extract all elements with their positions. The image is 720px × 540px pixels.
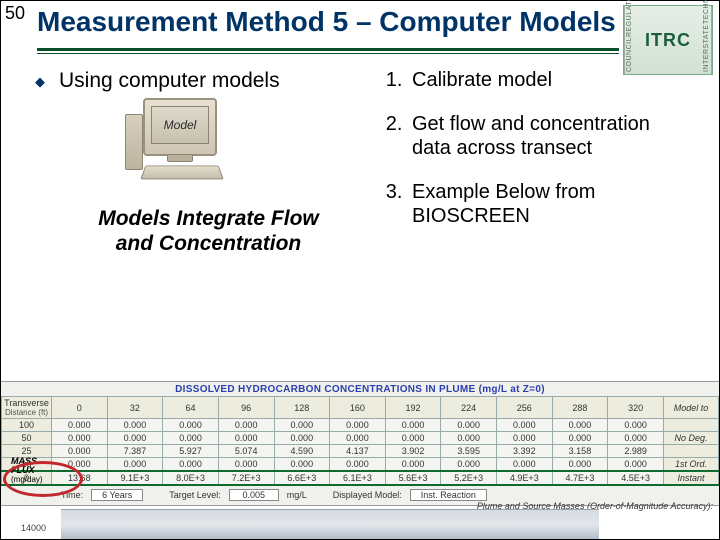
slide: 50 COUNCILREGULATORY ITRC INTERSTATETECH…: [0, 0, 720, 540]
row-header-label: Transverse Distance (ft): [2, 397, 52, 419]
computer-monitor-icon: Model: [143, 98, 217, 156]
target-label: Target Level:: [169, 490, 221, 500]
time-value: 6 Years: [91, 489, 143, 501]
concentration-table: Transverse Distance (ft) 032649612816019…: [1, 396, 719, 486]
chart-y-tick: 14000: [21, 523, 46, 533]
table-row: 50 0.0000.0000.0000.0000.0000.0000.0000.…: [2, 432, 719, 445]
bioscreen-table-area: DISSOLVED HYDROCARBON CONCENTRATIONS IN …: [1, 381, 719, 506]
table-row: 10 0.0000.0000.0000.0000.0000.0000.0000.…: [2, 458, 719, 472]
right-header-label: Model to: [664, 397, 719, 419]
left-subheading: Models Integrate Flowand Concentration: [55, 206, 362, 256]
logo-right-text: INTERSTATETECHNOLOGY: [702, 6, 712, 74]
header: Measurement Method 5 – Computer Models: [1, 1, 719, 54]
step-2: Get flow and concentration data across t…: [408, 112, 689, 160]
target-unit: mg/L: [287, 490, 307, 500]
displayed-model-label: Displayed Model:: [333, 490, 402, 500]
table-header-row: Transverse Distance (ft) 032649612816019…: [2, 397, 719, 419]
body-columns: Using computer models Model Models Integ…: [1, 54, 719, 257]
logo-acronym: ITRC: [634, 6, 702, 74]
computer-icon: Model: [125, 98, 235, 188]
table-title: DISSOLVED HYDROCARBON CONCENTRATIONS IN …: [1, 384, 719, 396]
displayed-model-value: Inst. Reaction: [410, 489, 487, 501]
itrc-logo: COUNCILREGULATORY ITRC INTERSTATETECHNOL…: [623, 5, 713, 75]
step-3: Example Below from BIOSCREEN: [408, 180, 689, 228]
slide-title: Measurement Method 5 – Computer Models: [37, 7, 619, 38]
chart-stub: [61, 509, 599, 539]
left-column: Using computer models Model Models Integ…: [55, 68, 362, 257]
logo-left-text: COUNCILREGULATORY: [624, 6, 634, 74]
computer-tower-icon: [125, 114, 143, 170]
steps-list: Calibrate model Get flow and concentrati…: [382, 68, 689, 228]
bullet-using-models: Using computer models: [55, 68, 362, 94]
page-number: 50: [5, 3, 25, 24]
computer-screen-text: Model: [151, 106, 209, 144]
monitor-stand-icon: [167, 154, 193, 162]
table-row-massflux: 0 13.689.1E+38.0E+37.2E+36.6E+36.1E+35.6…: [2, 471, 719, 485]
right-column: Calibrate model Get flow and concentrati…: [382, 68, 689, 257]
target-value: 0.005: [229, 489, 279, 501]
title-rule-thick: [37, 48, 619, 51]
highlight-circle-icon: [3, 461, 83, 497]
keyboard-icon: [140, 166, 224, 180]
table-row: 100 0.0000.0000.0000.0000.0000.0000.0000…: [2, 419, 719, 432]
table-row: 25 0.0007.3875.9275.0744.5904.1373.9023.…: [2, 445, 719, 458]
